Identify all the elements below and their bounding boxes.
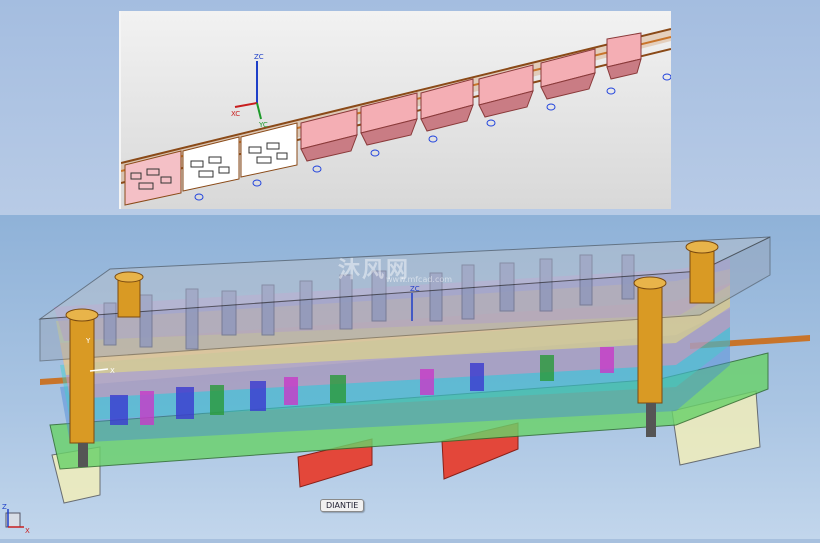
strip-annotation-tag[interactable]: DIANTIE — [320, 499, 365, 512]
axis-label-xc: XC — [231, 110, 240, 118]
axis-label-model-x: X — [110, 367, 115, 375]
strip-layout-canvas: ZC XC YC — [121, 28, 671, 206]
watermark-url: www.mfcad.com — [386, 275, 453, 284]
guide-post-right-rear — [685, 240, 719, 304]
formed-parts — [300, 32, 642, 162]
corner-axis-z: Z — [2, 503, 7, 511]
corner-axis-x: X — [25, 527, 30, 535]
guide-post-left-front — [65, 308, 99, 467]
axis-label-model-z: ZC — [410, 285, 420, 293]
guide-post-left-rear — [114, 271, 144, 318]
strip-layout-viewport[interactable]: ZC XC YC — [119, 11, 671, 209]
axis-label-yc: YC — [258, 121, 268, 129]
corner-axis-triad: Z X — [2, 503, 30, 535]
axis-label-model-y: Y — [85, 337, 91, 345]
axis-label-zc: ZC — [254, 53, 264, 61]
axis-triad-top: ZC XC YC — [231, 53, 268, 129]
